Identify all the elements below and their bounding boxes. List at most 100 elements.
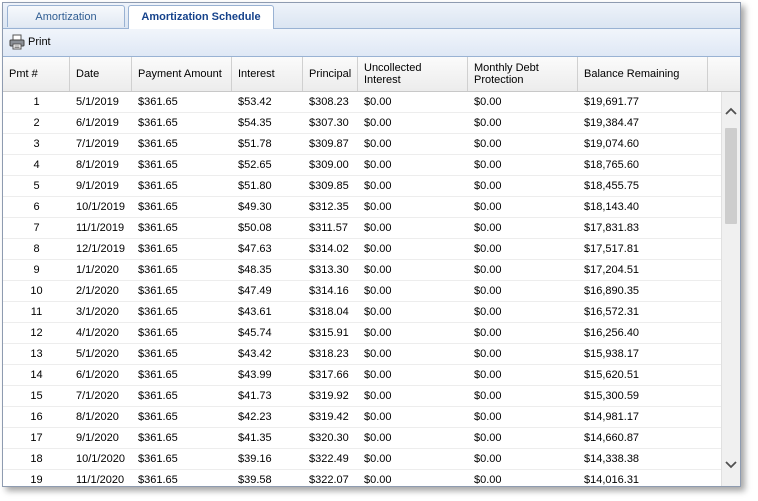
cell-balance-remaining: $19,384.47 xyxy=(584,117,640,129)
cell-date: 1/1/2020 xyxy=(76,264,119,276)
cell-balance-remaining: $14,660.87 xyxy=(584,432,640,444)
cell-pmt: 4 xyxy=(33,159,40,171)
column-header-date[interactable]: Date xyxy=(70,57,132,91)
table-row[interactable]: 12 4/1/2020 $361.65 $45.74 $315.91 $0.00 $0.00… xyxy=(3,323,722,344)
print-button[interactable]: Print xyxy=(9,33,51,51)
tab-amortization-schedule[interactable]: Amortization Schedule xyxy=(128,5,274,29)
table-row[interactable]: 16 8/1/2020 $361.65 $42.23 $319.42 $0.00 $0.00… xyxy=(3,407,722,428)
cell-pmt: 3 xyxy=(33,138,40,150)
table-row[interactable]: 14 6/1/2020 $361.65 $43.99 $317.66 $0.00 $0.00… xyxy=(3,365,722,386)
table-row[interactable]: 13 5/1/2020 $361.65 $43.42 $318.23 $0.00 $0.00… xyxy=(3,344,722,365)
cell-payment-amount: $361.65 xyxy=(138,285,178,297)
table-row[interactable]: 18 10/1/2020 $361.65 $39.16 $322.49 $0.00 $0.0… xyxy=(3,449,722,470)
table-row[interactable]: 7 11/1/2019 $361.65 $50.08 $311.57 $0.00 $0.00… xyxy=(3,218,722,239)
table-row[interactable]: 15 7/1/2020 $361.65 $41.73 $319.92 $0.00 $0.00… xyxy=(3,386,722,407)
cell-uncollected-interest: $0.00 xyxy=(364,201,392,213)
cell-monthly-debt-protection: $0.00 xyxy=(474,138,502,150)
cell-monthly-debt-protection: $0.00 xyxy=(474,243,502,255)
cell-principal: $318.04 xyxy=(309,306,349,318)
scroll-thumb[interactable] xyxy=(725,128,737,224)
table-row[interactable]: 4 8/1/2019 $361.65 $52.65 $309.00 $0.00 $0.00 $… xyxy=(3,155,722,176)
column-header-payment-amount[interactable]: Payment Amount xyxy=(132,57,232,91)
cell-pmt: 6 xyxy=(33,201,40,213)
cell-date: 12/1/2019 xyxy=(76,243,125,255)
column-header-uncollected-interest[interactable]: Uncollected Interest xyxy=(358,57,468,91)
cell-monthly-debt-protection: $0.00 xyxy=(474,180,502,192)
cell-date: 5/1/2020 xyxy=(76,348,119,360)
table-row[interactable]: 11 3/1/2020 $361.65 $43.61 $318.04 $0.00 $0.00… xyxy=(3,302,722,323)
cell-payment-amount: $361.65 xyxy=(138,243,178,255)
cell-pmt: 9 xyxy=(33,264,40,276)
cell-principal: $315.91 xyxy=(309,327,349,339)
table-row[interactable]: 6 10/1/2019 $361.65 $49.30 $312.35 $0.00 $0.00… xyxy=(3,197,722,218)
cell-interest: $54.35 xyxy=(238,117,272,129)
cell-interest: $42.23 xyxy=(238,411,272,423)
table-row[interactable]: 17 9/1/2020 $361.65 $41.35 $320.30 $0.00 $0.00… xyxy=(3,428,722,449)
chevron-up-icon xyxy=(725,106,737,118)
cell-uncollected-interest: $0.00 xyxy=(364,306,392,318)
cell-principal: $320.30 xyxy=(309,432,349,444)
column-header-interest[interactable]: Interest xyxy=(232,57,303,91)
cell-uncollected-interest: $0.00 xyxy=(364,411,392,423)
cell-interest: $53.42 xyxy=(238,96,272,108)
print-label: Print xyxy=(28,36,51,48)
cell-balance-remaining: $14,338.38 xyxy=(584,453,640,465)
table-row[interactable]: 5 9/1/2019 $361.65 $51.80 $309.85 $0.00 $0.00 $… xyxy=(3,176,722,197)
cell-interest: $41.35 xyxy=(238,432,272,444)
cell-monthly-debt-protection: $0.00 xyxy=(474,390,502,402)
cell-principal: $314.16 xyxy=(309,285,349,297)
cell-pmt: 11 xyxy=(30,306,43,318)
tab-amortization-results[interactable]: Amortization Results xyxy=(7,5,125,45)
cell-monthly-debt-protection: $0.00 xyxy=(474,453,502,465)
grid-body: 1 5/1/2019 $361.65 $53.42 $308.23 $0.00 $0.00 $… xyxy=(3,92,722,486)
cell-uncollected-interest: $0.00 xyxy=(364,285,392,297)
amortization-window: Amortization Results Amortization Schedu… xyxy=(2,2,741,487)
cell-principal: $322.07 xyxy=(309,474,349,486)
cell-uncollected-interest: $0.00 xyxy=(364,138,392,150)
cell-interest: $47.63 xyxy=(238,243,272,255)
cell-payment-amount: $361.65 xyxy=(138,411,178,423)
cell-pmt: 8 xyxy=(33,243,40,255)
cell-monthly-debt-protection: $0.00 xyxy=(474,201,502,213)
scroll-up-button[interactable] xyxy=(722,102,740,122)
cell-pmt: 1 xyxy=(33,96,40,108)
cell-pmt: 17 xyxy=(30,432,43,444)
cell-monthly-debt-protection: $0.00 xyxy=(474,432,502,444)
cell-interest: $39.58 xyxy=(238,474,272,486)
cell-date: 5/1/2019 xyxy=(76,96,119,108)
table-row[interactable]: 19 11/1/2020 $361.65 $39.58 $322.07 $0.00 $0.0… xyxy=(3,470,722,486)
cell-pmt: 12 xyxy=(30,327,43,339)
vertical-scrollbar[interactable] xyxy=(721,92,740,486)
cell-monthly-debt-protection: $0.00 xyxy=(474,474,502,486)
column-header-principal[interactable]: Principal xyxy=(303,57,358,91)
cell-principal: $312.35 xyxy=(309,201,349,213)
column-header-balance-remaining[interactable]: Balance Remaining xyxy=(578,57,708,91)
column-header-pmt[interactable]: Pmt # xyxy=(3,57,70,91)
scroll-down-button[interactable] xyxy=(722,456,740,476)
table-row[interactable]: 9 1/1/2020 $361.65 $48.35 $313.30 $0.00 $0.00 $… xyxy=(3,260,722,281)
cell-uncollected-interest: $0.00 xyxy=(364,222,392,234)
cell-date: 10/1/2019 xyxy=(76,201,125,213)
cell-uncollected-interest: $0.00 xyxy=(364,327,392,339)
cell-uncollected-interest: $0.00 xyxy=(364,180,392,192)
cell-pmt: 19 xyxy=(30,474,43,486)
cell-date: 6/1/2019 xyxy=(76,117,119,129)
cell-uncollected-interest: $0.00 xyxy=(364,117,392,129)
cell-interest: $45.74 xyxy=(238,327,272,339)
cell-date: 11/1/2019 xyxy=(76,222,125,234)
table-row[interactable]: 3 7/1/2019 $361.65 $51.78 $309.87 $0.00 $0.00 $… xyxy=(3,134,722,155)
cell-monthly-debt-protection: $0.00 xyxy=(474,327,502,339)
table-row[interactable]: 1 5/1/2019 $361.65 $53.42 $308.23 $0.00 $0.00 $… xyxy=(3,92,722,113)
table-row[interactable]: 8 12/1/2019 $361.65 $47.63 $314.02 $0.00 $0.00… xyxy=(3,239,722,260)
table-row[interactable]: 10 2/1/2020 $361.65 $47.49 $314.16 $0.00 $0.00… xyxy=(3,281,722,302)
cell-balance-remaining: $17,517.81 xyxy=(584,243,640,255)
cell-pmt: 2 xyxy=(33,117,40,129)
cell-principal: $322.49 xyxy=(309,453,349,465)
column-header-monthly-debt-protection[interactable]: Monthly Debt Protection xyxy=(468,57,578,91)
cell-payment-amount: $361.65 xyxy=(138,327,178,339)
cell-date: 8/1/2019 xyxy=(76,159,119,171)
table-row[interactable]: 2 6/1/2019 $361.65 $54.35 $307.30 $0.00 $0.00 $… xyxy=(3,113,722,134)
chevron-down-icon xyxy=(725,460,737,472)
cell-interest: $50.08 xyxy=(238,222,272,234)
cell-date: 11/1/2020 xyxy=(76,474,125,486)
